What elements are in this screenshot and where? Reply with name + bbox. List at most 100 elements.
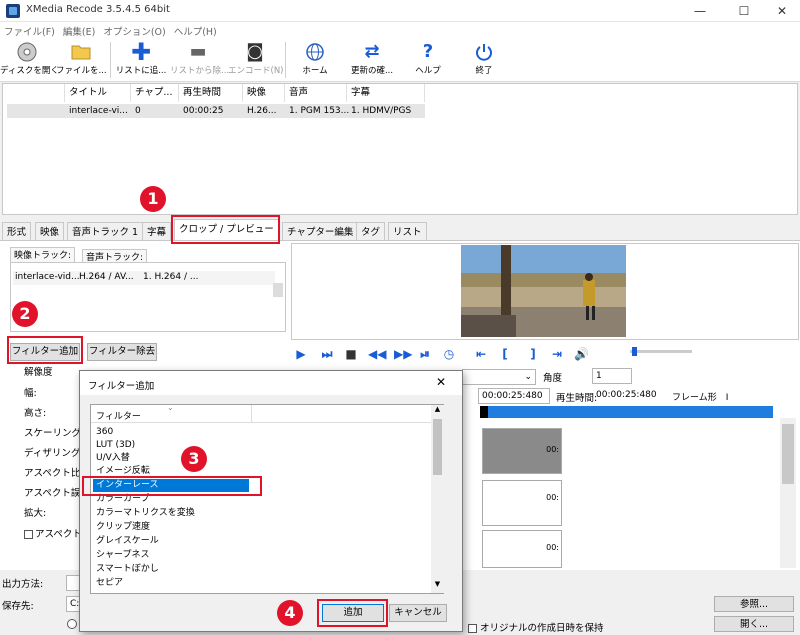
keep-date-checkbox[interactable]: オリジナルの作成日時を保持 [468,620,604,634]
column-header-chapter[interactable]: チャプ... [131,84,179,102]
clock-icon[interactable]: ◷ [442,347,456,361]
scroll-down-icon[interactable]: ▼ [431,580,444,592]
check-update-button[interactable]: ⇄ 更新の確... [344,38,400,82]
filter-item[interactable]: セピア [96,577,123,590]
scrollbar-thumb[interactable] [433,419,442,475]
tab-tag[interactable]: タグ [356,222,386,241]
menu-options[interactable]: オプション(O) [99,22,169,38]
filter-item[interactable]: U/V入替 [96,452,130,465]
tab-list[interactable]: リスト [388,222,427,241]
track-name: interlace-vid... [15,272,80,282]
step-badge-1: 1 [140,186,166,212]
filter-item[interactable]: クリップ速度 [96,521,150,534]
aspect-checkbox[interactable]: アスペクト [24,526,82,540]
forward-icon[interactable]: ▶▶ [394,347,412,361]
open-button[interactable]: 開く... [714,616,794,632]
cell-chapter: 0 [135,106,141,116]
file-list[interactable]: タイトル チャプ... 再生時間 映像 音声 字幕 interlace-vi..… [2,83,798,215]
filter-list[interactable]: フィルター ⌄ 360 LUT (3D) U/V入替 イメージ反転 インターレー… [90,403,444,594]
timeline-scrollbar[interactable] [780,418,796,568]
cell-duration: 00:00:25 [183,106,224,116]
encode-button[interactable]: ◙ エンコード(N) [228,38,284,82]
rewind-icon[interactable]: ◀◀ [368,347,386,361]
time-input[interactable]: 00:00:25:480 [478,388,550,404]
timeline-segment[interactable]: 00: [482,480,562,526]
filter-item[interactable]: シャープネス [96,549,149,562]
resolution-label: 解像度 [24,367,53,378]
tab-format[interactable]: 形式 [2,222,32,241]
filter-column-header[interactable]: フィルター ⌄ [91,403,431,423]
minus-icon: ▬ [189,41,207,62]
bracket-left-icon[interactable]: [ [498,347,512,361]
close-button[interactable]: ✕ [762,0,800,22]
app-icon [6,4,20,18]
remove-filter-button[interactable]: フィルター除去 [87,343,157,361]
menu-file[interactable]: ファイル(F) [0,22,59,38]
preview-select[interactable]: ⌄ [462,369,536,385]
maximize-button[interactable]: ☐ [724,0,764,22]
mark-end-icon[interactable]: ⇥ [550,347,564,361]
volume-slider[interactable] [630,347,692,356]
dialog-title: フィルター追加 [88,381,155,392]
step-icon[interactable]: ⏯ [418,347,432,361]
next-frame-icon[interactable]: ⏭ [320,347,334,361]
scrollbar-thumb[interactable] [273,283,283,297]
menu-edit[interactable]: 編集(E) [59,22,99,38]
tab-audio-track[interactable]: 音声トラック 1 [67,222,144,241]
column-header-video[interactable]: 映像 [243,84,285,102]
mark-start-icon[interactable]: ⇤ [474,347,488,361]
output-method-select[interactable] [66,575,80,591]
volume-icon[interactable]: 🔊 [574,347,589,361]
play-time-label: 再生時間: [556,393,598,404]
radio-button[interactable] [67,619,77,629]
stop-icon[interactable]: ■ [344,347,358,361]
zoom-label: 拡大: [24,508,47,519]
help-button[interactable]: ? ヘルプ [408,38,448,82]
filter-item[interactable]: グレイスケール [96,535,159,548]
angle-spinner[interactable]: 1 [592,368,632,384]
timeline-segment[interactable]: 00: [482,530,562,568]
checkbox-box[interactable] [468,624,477,633]
cell-subtitle: 1. HDMV/PGS [351,106,412,116]
filter-scrollbar[interactable]: ▲ ▼ [431,405,444,593]
tab-subtitle[interactable]: 字幕 [142,222,172,241]
scrollbar-thumb[interactable] [782,424,794,484]
play-icon[interactable]: ▶ [294,347,308,361]
column-header-audio[interactable]: 音声 [285,84,347,102]
filter-item[interactable]: 360 [96,426,113,439]
minimize-button[interactable]: — [680,0,720,22]
filter-item[interactable]: カラーマトリクスを変換 [96,507,195,520]
column-header[interactable] [3,84,65,102]
step-badge-3: 3 [181,446,207,472]
filter-item[interactable]: スマートぼかし [96,563,159,576]
destination-input[interactable]: C: [66,596,80,612]
remove-from-list-button[interactable]: ▬ リストから除... [170,38,229,82]
filter-item[interactable]: LUT (3D) [96,439,135,452]
timeline-segment[interactable]: 00: [482,428,562,474]
tab-video[interactable]: 映像 [35,222,65,241]
dialog-close-icon[interactable]: ✕ [436,375,446,389]
subtab-video-track[interactable]: 映像トラック: [10,247,76,263]
exit-button[interactable]: 終了 [464,38,504,82]
timeline-bar[interactable] [480,406,773,418]
tab-chapter-edit[interactable]: チャプター編集 [282,222,359,241]
bracket-right-icon[interactable]: ] [526,347,540,361]
add-to-list-button[interactable]: ✚ リストに追... [114,38,168,82]
scroll-up-icon[interactable]: ▲ [431,405,444,417]
column-header-duration[interactable]: 再生時間 [179,84,243,102]
menu-help[interactable]: ヘルプ(H) [170,22,221,38]
step-badge-2: 2 [12,301,38,327]
home-button[interactable]: ホーム [292,38,338,82]
timeline-cursor[interactable] [480,406,488,418]
open-disc-button[interactable]: ディスクを開く [0,38,59,82]
column-header-subtitle[interactable]: 字幕 [347,84,425,102]
video-thumbnail [461,245,626,337]
open-file-button[interactable]: ファイルを... [56,38,107,82]
track-list[interactable]: interlace-vid... H.264 / AV... 1. H.264 … [10,262,286,332]
volume-thumb[interactable] [632,347,637,356]
browse-button[interactable]: 参照... [714,596,794,612]
cancel-button[interactable]: キャンセル [389,604,447,622]
keep-date-label: オリジナルの作成日時を保持 [480,623,604,634]
column-header-title[interactable]: タイトル [65,84,131,102]
checkbox-box[interactable] [24,530,33,539]
